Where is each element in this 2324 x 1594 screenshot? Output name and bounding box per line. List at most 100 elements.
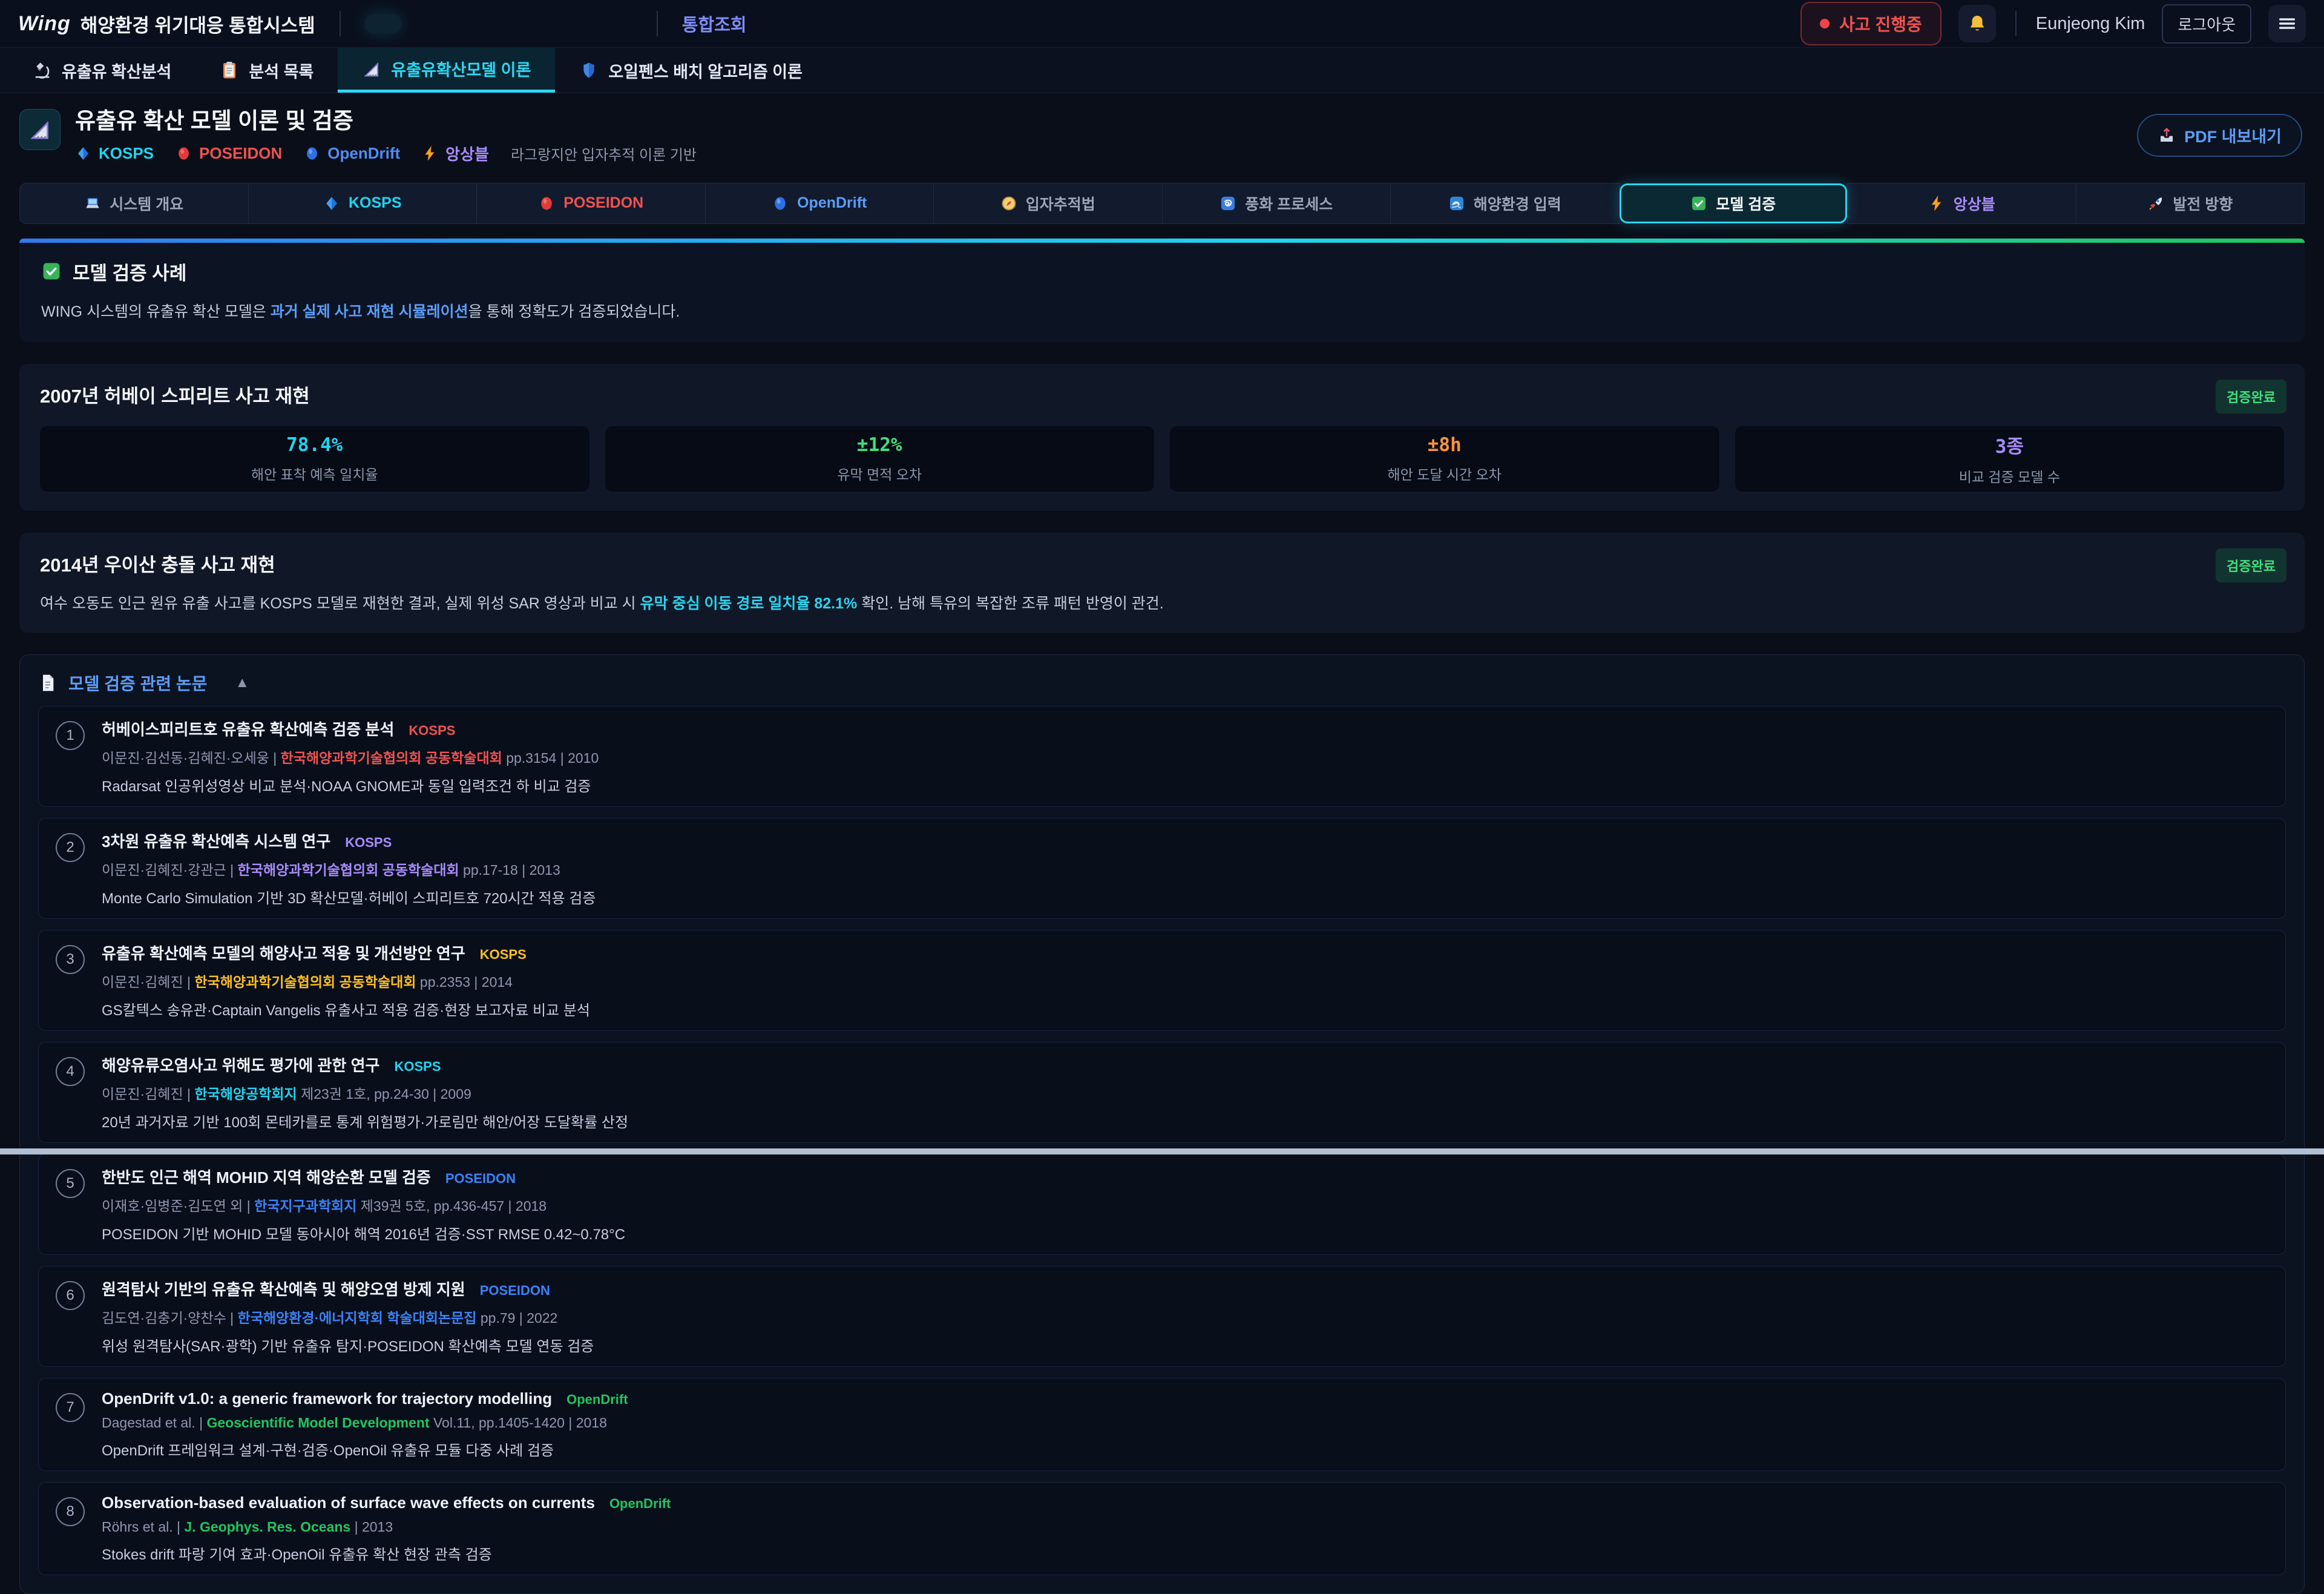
stat-box: 3종 비교 검증 모델 수 bbox=[1735, 426, 2285, 492]
paper-list-item[interactable]: 4 해양유류오염사고 위해도 평가에 관한 연구 KOSPS 이문진·김혜진 |… bbox=[38, 1042, 2286, 1143]
red-dot-icon bbox=[1820, 19, 1830, 28]
stat-value: ±8h bbox=[1428, 434, 1462, 456]
model-badge-label: KOSPS bbox=[99, 144, 154, 163]
pdf-export-label: PDF 내보내기 bbox=[2184, 124, 2282, 147]
paper-number: 3 bbox=[56, 945, 85, 974]
section-tab[interactable]: 해양환경 입력 bbox=[1390, 183, 1620, 224]
paper-list-item[interactable]: 8 Observation-based evaluation of surfac… bbox=[38, 1482, 2286, 1575]
case-2014-text: 여수 오동도 인근 원유 유출 사고를 KOSPS 모델로 재현한 결과, 실제… bbox=[40, 591, 2284, 613]
section-tab[interactable]: 모델 검증 bbox=[1619, 183, 1848, 224]
section-tab[interactable]: 풍화 프로세스 bbox=[1162, 183, 1391, 224]
hamburger-menu-button[interactable] bbox=[2268, 5, 2306, 42]
sub-tab[interactable]: 오일펜스 배치 알고리즘 이론 bbox=[555, 48, 827, 93]
section-tab[interactable]: OpenDrift bbox=[705, 183, 934, 224]
case-text-after: 확인. 남해 특유의 복잡한 조류 패턴 반영이 관건. bbox=[857, 595, 1163, 612]
case-2007-title: 2007년 허베이 스피리트 사고 재현 bbox=[40, 381, 2284, 408]
incident-status-badge[interactable]: 사고 진행중 bbox=[1800, 2, 1942, 45]
microscope-icon bbox=[33, 61, 52, 80]
section-tab-label: 해양환경 입력 bbox=[1474, 193, 1561, 214]
pdf-export-button[interactable]: PDF 내보내기 bbox=[2137, 114, 2302, 157]
paper-title: 원격탐사 기반의 유출유 확산예측 및 해양오염 방제 지원 bbox=[102, 1277, 465, 1300]
intro-text-highlight: 과거 실제 사고 재현 시뮬레이션 bbox=[271, 303, 468, 320]
separator: | bbox=[273, 750, 280, 766]
sub-tab[interactable]: 유출유확산모델 이론 bbox=[338, 48, 555, 93]
paper-meta: pp.79 | 2022 bbox=[481, 1310, 557, 1326]
paper-meta: Vol.11, pp.1405-1420 | 2018 bbox=[433, 1415, 607, 1431]
ruler-icon bbox=[362, 59, 381, 79]
paper-authors-line: 이문진·김선동·김혜진·오세웅 | 한국해양과학기술협의회 공동학술대회 pp.… bbox=[102, 746, 599, 767]
bottom-scroll-strip[interactable] bbox=[0, 1148, 2324, 1154]
case-text-highlight: 유막 중심 이동 경로 일치율 82.1% bbox=[640, 595, 858, 612]
papers-header: 모델 검증 관련 논문 ▲ bbox=[38, 671, 2286, 695]
paper-model-tag: OpenDrift bbox=[566, 1392, 628, 1408]
sub-tab[interactable]: 유출유 확산분석 bbox=[8, 48, 195, 93]
paper-venue: J. Geophys. Res. Oceans bbox=[184, 1519, 350, 1535]
bell-icon bbox=[1967, 13, 1988, 34]
paper-authors: 이문진·김혜진·강관근 bbox=[102, 862, 226, 878]
separator: | bbox=[247, 1198, 254, 1214]
logout-button[interactable]: 로그아웃 bbox=[2162, 4, 2251, 44]
stat-value: 3종 bbox=[1995, 431, 2024, 458]
paper-model-tag: POSEIDON bbox=[445, 1171, 516, 1187]
paper-venue: 한국해양공학회지 bbox=[194, 1086, 297, 1102]
model-badge-row: KOSPS POSEIDON OpenDrift 앙상블 라그랑지안 입자추적 … bbox=[75, 142, 697, 165]
paper-authors: 김도연·김충기·양찬수 bbox=[102, 1310, 226, 1326]
notifications-button[interactable] bbox=[1958, 5, 1996, 42]
stat-box: 78.4% 해안 표착 예측 일치율 bbox=[40, 426, 589, 492]
paper-title: Observation-based evaluation of surface … bbox=[102, 1494, 595, 1512]
paper-list-item[interactable]: 2 3차원 유출유 확산예측 시스템 연구 KOSPS 이문진·김혜진·강관근 … bbox=[38, 818, 2286, 919]
blue-orb-icon bbox=[772, 195, 789, 212]
separator: | bbox=[230, 1310, 237, 1326]
paper-list-item[interactable]: 6 원격탐사 기반의 유출유 확산예측 및 해양오염 방제 지원 POSEIDO… bbox=[38, 1266, 2286, 1367]
section-tab-label: 시스템 개요 bbox=[110, 193, 183, 214]
stat-label: 유막 면적 오차 bbox=[837, 463, 922, 484]
section-tab-bar: 시스템 개요 KOSPS POSEIDON OpenDrift 입자추적법 풍화… bbox=[19, 183, 2305, 224]
hamburger-icon bbox=[2277, 13, 2297, 34]
paper-number: 1 bbox=[56, 721, 85, 750]
separator: | bbox=[199, 1415, 206, 1431]
section-tab[interactable]: 발전 방향 bbox=[2076, 183, 2305, 224]
paper-list-item[interactable]: 3 유출유 확산예측 모델의 해양사고 적용 및 개선방안 연구 KOSPS 이… bbox=[38, 930, 2286, 1031]
paper-title: 허베이스피리트호 유출유 확산예측 검증 분석 bbox=[102, 717, 394, 740]
sub-tab[interactable]: 분석 목록 bbox=[195, 48, 338, 93]
section-tab[interactable]: KOSPS bbox=[248, 183, 478, 224]
sub-tab-label: 유출유확산모델 이론 bbox=[391, 57, 531, 81]
section-tab[interactable]: 입자추적법 bbox=[933, 183, 1163, 224]
stat-box: ±12% 유막 면적 오차 bbox=[605, 426, 1155, 492]
paper-model-tag: OpenDrift bbox=[609, 1496, 671, 1512]
nav-item[interactable] bbox=[365, 14, 401, 33]
paper-list-item[interactable]: 5 한반도 인근 해역 MOHID 지역 해양순환 모델 검증 POSEIDON… bbox=[38, 1154, 2286, 1255]
separator: | bbox=[230, 862, 237, 878]
section-tab[interactable]: POSEIDON bbox=[476, 183, 706, 224]
validation-intro-title: 모델 검증 사례 bbox=[73, 258, 186, 285]
wave-icon bbox=[1448, 195, 1465, 212]
section-tab-label: OpenDrift bbox=[797, 194, 867, 212]
validation-intro-title-row: 모델 검증 사례 bbox=[41, 258, 2283, 285]
paper-venue: 한국해양환경·에너지학회 학술대회논문집 bbox=[238, 1310, 477, 1326]
section-tab[interactable]: 앙상블 bbox=[1847, 183, 2076, 224]
top-navbar: Wing 해양환경 위기대응 통합시스템 통합조회 사고 진행중 Eunjeon… bbox=[0, 0, 2324, 48]
collapse-arrow-icon[interactable]: ▲ bbox=[235, 674, 249, 691]
case-2007-stats: 78.4% 해안 표착 예측 일치율 ±12% 유막 면적 오차 ±8h 해안 … bbox=[40, 426, 2284, 492]
user-name: Eunjeong Kim bbox=[2036, 14, 2145, 34]
paper-list-item[interactable]: 1 허베이스피리트호 유출유 확산예측 검증 분석 KOSPS 이문진·김선동·… bbox=[38, 706, 2286, 807]
paper-number: 5 bbox=[56, 1169, 85, 1198]
paper-meta: pp.2353 | 2014 bbox=[420, 974, 513, 990]
nav-item-integrated-search[interactable]: 통합조회 bbox=[682, 11, 747, 36]
paper-venue: Geoscientific Model Development bbox=[206, 1415, 429, 1431]
app-title: 해양환경 위기대응 통합시스템 bbox=[80, 10, 315, 38]
paper-number: 7 bbox=[56, 1393, 85, 1422]
paper-list-item[interactable]: 7 OpenDrift v1.0: a generic framework fo… bbox=[38, 1378, 2286, 1471]
model-badge-label: 앙상블 bbox=[445, 142, 489, 165]
clipboard-icon bbox=[220, 61, 239, 80]
paper-meta: | 2013 bbox=[355, 1519, 393, 1535]
paper-authors: 이문진·김혜진 bbox=[102, 974, 183, 990]
intro-text-after: 을 통해 정확도가 검증되었습니다. bbox=[468, 303, 680, 320]
navbar-right: 사고 진행중 Eunjeong Kim 로그아웃 bbox=[1800, 2, 2306, 45]
section-tab-label: 앙상블 bbox=[1954, 193, 1995, 214]
compass-icon bbox=[1000, 195, 1017, 212]
check-icon bbox=[1690, 195, 1707, 212]
case-2014-title: 2014년 우이산 충돌 사고 재현 bbox=[40, 550, 2284, 577]
sub-tab-label: 유출유 확산분석 bbox=[62, 59, 171, 82]
section-tab[interactable]: 시스템 개요 bbox=[19, 183, 249, 224]
